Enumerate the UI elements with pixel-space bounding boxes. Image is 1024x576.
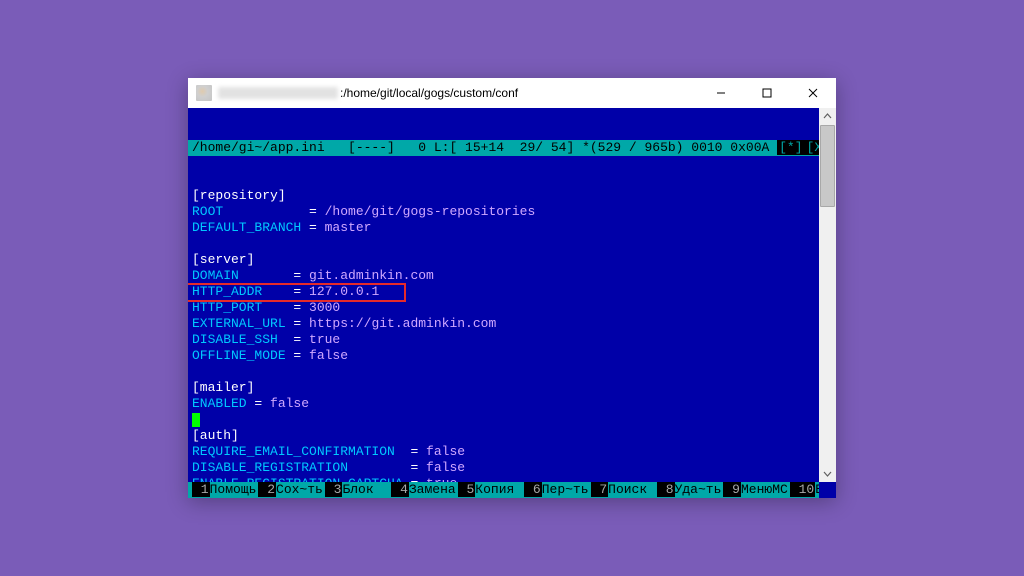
fn-key-label[interactable]: Пер~ть bbox=[542, 482, 591, 497]
fn-key-number: 5 bbox=[458, 482, 476, 497]
editor-line[interactable] bbox=[192, 412, 832, 428]
status-text: /home/gi~/app.ini [----] 0 L:[ 15+14 29/… bbox=[192, 140, 777, 155]
app-icon bbox=[196, 85, 212, 101]
function-key-bar[interactable]: 1Помощь 2Сох~ть 3Блок 4Замена 5Копия 6Пе… bbox=[188, 482, 819, 498]
titlebar-path: :/home/git/local/gogs/custom/conf bbox=[340, 86, 518, 100]
editor-line[interactable]: ENABLED = false bbox=[192, 396, 832, 412]
editor-status-bar: /home/gi~/app.ini [----] 0 L:[ 15+14 29/… bbox=[188, 140, 836, 156]
editor-line[interactable]: [repository] bbox=[192, 188, 832, 204]
fn-key-label[interactable]: МенюMC bbox=[741, 482, 790, 497]
fn-key-label[interactable]: Копия bbox=[475, 482, 524, 497]
editor-line[interactable]: REQUIRE_EMAIL_CONFIRMATION = false bbox=[192, 444, 832, 460]
titlebar-blurred-segment bbox=[218, 87, 338, 99]
fn-key-number: 6 bbox=[524, 482, 542, 497]
minimize-button[interactable] bbox=[698, 78, 744, 108]
close-button[interactable] bbox=[790, 78, 836, 108]
text-cursor bbox=[192, 413, 200, 427]
editor-line[interactable]: DOMAIN = git.adminkin.com bbox=[192, 268, 832, 284]
fn-key-label[interactable]: Сох~ть bbox=[276, 482, 325, 497]
editor-line[interactable]: [server] bbox=[192, 252, 832, 268]
editor-line[interactable]: [auth] bbox=[192, 428, 832, 444]
fn-key-number: 7 bbox=[591, 482, 609, 497]
fn-key-number: 8 bbox=[657, 482, 675, 497]
scroll-thumb[interactable] bbox=[820, 125, 835, 207]
fn-key-number: 1 bbox=[192, 482, 210, 497]
fn-key-label[interactable]: Замена bbox=[409, 482, 458, 497]
editor-line[interactable]: DISABLE_SSH = true bbox=[192, 332, 832, 348]
scroll-down-button[interactable] bbox=[819, 465, 836, 482]
fn-key-label[interactable]: Поиск bbox=[608, 482, 657, 497]
editor-line[interactable]: OFFLINE_MODE = false bbox=[192, 348, 832, 364]
editor-line[interactable]: DEFAULT_BRANCH = master bbox=[192, 220, 832, 236]
fn-key-label[interactable]: Выход bbox=[815, 482, 819, 497]
editor-content[interactable]: [repository]ROOT = /home/git/gogs-reposi… bbox=[188, 188, 836, 498]
editor-line[interactable]: EXTERNAL_URL = https://git.adminkin.com bbox=[192, 316, 832, 332]
terminal[interactable]: /home/gi~/app.ini [----] 0 L:[ 15+14 29/… bbox=[188, 108, 836, 498]
editor-line[interactable]: ROOT = /home/git/gogs-repositories bbox=[192, 204, 832, 220]
editor-line[interactable]: HTTP_PORT = 3000 bbox=[192, 300, 832, 316]
fn-key-number: 10 bbox=[790, 482, 815, 497]
fn-key-number: 2 bbox=[258, 482, 276, 497]
editor-line[interactable]: HTTP_ADDR = 127.0.0.1 bbox=[192, 284, 832, 300]
scrollbar[interactable] bbox=[819, 108, 836, 482]
app-window: :/home/git/local/gogs/custom/conf /home/… bbox=[188, 78, 836, 498]
titlebar[interactable]: :/home/git/local/gogs/custom/conf bbox=[188, 78, 836, 108]
fn-key-number: 3 bbox=[325, 482, 343, 497]
editor-line[interactable]: DISABLE_REGISTRATION = false bbox=[192, 460, 832, 476]
fn-key-number: 9 bbox=[723, 482, 741, 497]
scroll-up-button[interactable] bbox=[819, 108, 836, 125]
editor-line[interactable] bbox=[192, 364, 832, 380]
status-modified-tag: [*] bbox=[777, 140, 804, 155]
maximize-button[interactable] bbox=[744, 78, 790, 108]
fn-key-number: 4 bbox=[391, 482, 409, 497]
fn-key-label[interactable]: Блок bbox=[342, 482, 391, 497]
editor-line[interactable] bbox=[192, 236, 832, 252]
editor-line[interactable]: [mailer] bbox=[192, 380, 832, 396]
scroll-track[interactable] bbox=[819, 125, 836, 465]
fn-key-label[interactable]: Помощь bbox=[210, 482, 259, 497]
fn-key-label[interactable]: Уда~ть bbox=[675, 482, 724, 497]
